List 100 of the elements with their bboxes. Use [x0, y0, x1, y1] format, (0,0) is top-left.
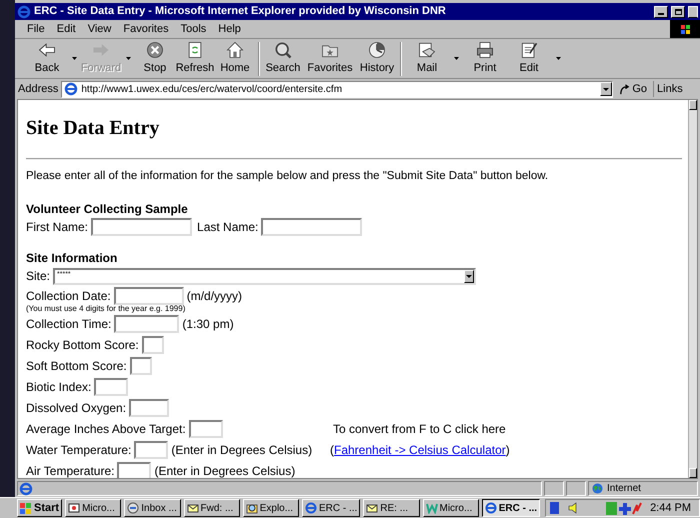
menu-item[interactable]: Tools	[180, 20, 206, 38]
convert-note: To convert from F to C click here	[333, 420, 506, 438]
dropdown-button[interactable]	[464, 270, 474, 283]
first-name-field[interactable]	[91, 218, 192, 236]
windows-logo-icon	[20, 502, 32, 514]
field-hint: (Enter in Degrees Celsius)	[154, 462, 296, 478]
section-heading: Site Information	[26, 250, 118, 268]
input-field[interactable]	[129, 398, 170, 417]
dropdown-button[interactable]	[600, 82, 612, 96]
caret-icon[interactable]	[556, 57, 560, 60]
window-title: ERC - Site Data Entry - Microsoft Internet Explorer provided by Wisconsin DNR	[34, 4, 447, 20]
tray-icon	[606, 502, 642, 514]
input-field[interactable]	[117, 462, 152, 478]
caret-icon	[603, 88, 610, 90]
field-label: Soft Bottom Score:	[26, 358, 127, 375]
field-label: Water Temperature:	[26, 442, 132, 459]
input-field[interactable]	[114, 286, 184, 305]
field-note: (You must use 4 digits for the year e.g. 1999)	[26, 304, 186, 314]
speaker-icon	[568, 502, 578, 514]
field-hint: (Enter in Degrees Celsius)	[171, 442, 312, 459]
status-panel	[566, 481, 586, 496]
toolbar-button[interactable]: Favorites	[303, 40, 357, 77]
toolbar-button[interactable]: History	[357, 40, 397, 77]
field-label: Dissolved Oxygen:	[26, 400, 126, 417]
intro-text: Please enter all of the information for the sample below and press the "Submit Site Data" button below.	[26, 169, 550, 184]
toolbar-button[interactable]: Stop	[135, 40, 175, 77]
taskbar-button[interactable]: RE: ...	[363, 499, 420, 517]
section-heading: Volunteer Collecting Sample	[26, 201, 189, 218]
taskbar-button[interactable]: Micro...	[65, 499, 122, 517]
field-label: Average Inches Above Target:	[26, 420, 186, 438]
paren-text: )	[506, 442, 510, 459]
input-field[interactable]	[94, 378, 128, 396]
printer-icon	[475, 40, 495, 60]
field-label: Site:	[26, 268, 50, 286]
field-label: First Name:	[26, 219, 88, 236]
toolbar-button[interactable]: Back	[27, 40, 81, 77]
address-field[interactable]: http://www1.uwex.edu/ces/erc/watervol/coord/entersite.cfm	[61, 80, 614, 98]
toolbar-button[interactable]: Mail	[405, 40, 463, 77]
magnifier-folder-icon	[246, 502, 258, 514]
page-icon	[64, 82, 78, 96]
calculator-link[interactable]: Fahrenheit -> Celsius Calculator	[334, 440, 506, 459]
windows-logo-icon	[670, 20, 700, 38]
field-label: Rocky Bottom Score:	[26, 336, 139, 354]
toolbar-button[interactable]: Home	[215, 40, 255, 77]
clock: 2:44 PM	[650, 500, 692, 516]
browser-icon	[304, 502, 317, 514]
input-field[interactable]	[130, 356, 152, 375]
input-field[interactable]	[188, 420, 223, 438]
caret-icon[interactable]	[454, 57, 458, 60]
caret-icon[interactable]	[72, 57, 76, 60]
clock-icon	[367, 40, 387, 60]
menu-item[interactable]: Edit	[56, 20, 76, 38]
start-button[interactable]: Start	[17, 499, 62, 517]
toolbar-button[interactable]: Refresh	[175, 40, 215, 77]
input-field[interactable]	[142, 336, 164, 354]
links-button[interactable]: Links	[657, 80, 683, 98]
taskbar-button[interactable]: Explo...	[242, 499, 299, 517]
home-icon	[225, 40, 245, 60]
minimize-button[interactable]	[654, 6, 668, 18]
zone-label: Internet	[607, 482, 641, 496]
field-hint: (m/d/yyyy)	[186, 288, 242, 305]
field-label: Collection Time:	[26, 316, 112, 333]
taskbar-button[interactable]: Fwd: ...	[184, 499, 240, 517]
toolbar-button[interactable]: Edit	[507, 40, 565, 77]
toolbar-button[interactable]: Search	[263, 40, 303, 77]
window-icon	[68, 502, 80, 514]
taskbar-button[interactable]: ERC - ...	[482, 499, 540, 517]
field-label: Air Temperature:	[26, 462, 114, 478]
envelope-icon	[366, 502, 378, 514]
taskbar-button[interactable]: Inbox ...	[124, 499, 180, 517]
menu-item[interactable]: Help	[218, 20, 241, 38]
page-icon	[19, 482, 33, 496]
browser-icon	[17, 4, 31, 18]
envelope-icon	[186, 502, 198, 514]
status-panel	[544, 481, 564, 496]
menu-item[interactable]: Favorites	[123, 20, 169, 38]
input-field[interactable]	[114, 314, 180, 333]
taskbar-button[interactable]: Micro...	[422, 499, 479, 517]
menu-item[interactable]: View	[88, 20, 112, 38]
field-label: Last Name:	[197, 219, 258, 236]
toolbar-button[interactable]: Print	[463, 40, 507, 77]
curved-arrow-icon	[619, 84, 630, 94]
field-hint: (1:30 pm)	[182, 316, 234, 333]
scrollbar[interactable]	[688, 100, 697, 478]
field-label: Biotic Index:	[26, 378, 92, 396]
maximize-button[interactable]	[671, 6, 685, 18]
menu-item[interactable]: File	[27, 20, 45, 38]
page-heading: Site Data Entry	[26, 116, 160, 140]
edit-icon	[519, 40, 539, 60]
go-button[interactable]: Go	[616, 80, 650, 98]
paren-text: (	[330, 442, 334, 459]
field-label: Collection Date:	[26, 288, 111, 305]
search-icon	[273, 40, 293, 60]
caret-icon	[466, 274, 472, 278]
letter-icon	[426, 502, 438, 514]
browser-icon	[484, 502, 497, 514]
taskbar-button[interactable]: ERC - ...	[302, 499, 360, 517]
last-name-field[interactable]	[261, 218, 362, 236]
address-label: Address	[18, 82, 58, 97]
input-field[interactable]	[134, 440, 168, 459]
